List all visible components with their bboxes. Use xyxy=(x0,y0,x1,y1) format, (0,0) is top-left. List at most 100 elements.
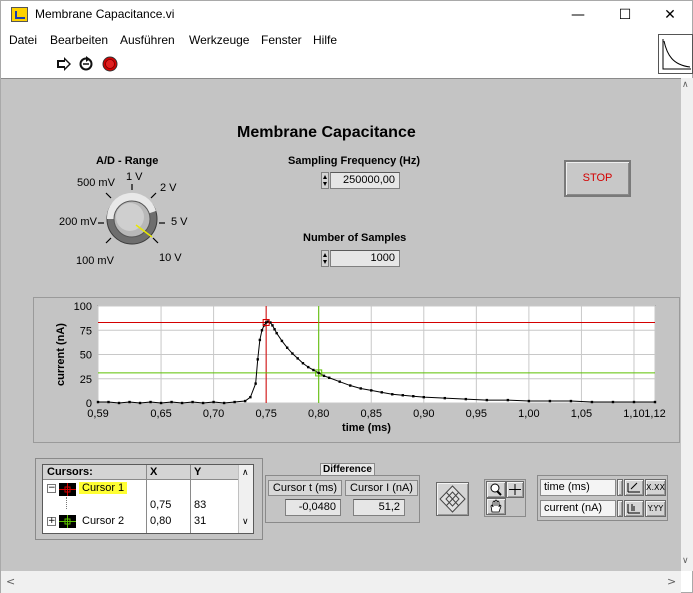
y-tick-label: 50 xyxy=(80,350,92,362)
data-point xyxy=(201,401,205,405)
x-tick-label: 1,00 xyxy=(518,408,539,420)
stop-button[interactable]: STOP xyxy=(564,160,631,197)
data-point xyxy=(301,362,305,365)
zoom-tool-button[interactable] xyxy=(486,481,506,498)
scroll-down-icon[interactable]: ∨ xyxy=(682,556,689,566)
y-scale-lock-button[interactable] xyxy=(617,500,623,517)
data-point xyxy=(170,400,173,404)
scroll-down-icon[interactable]: ∨ xyxy=(242,517,249,527)
number-of-samples-label: Number of Samples xyxy=(303,232,407,244)
pan-tool-button[interactable] xyxy=(486,498,506,515)
data-point xyxy=(258,338,262,342)
panel-title: Membrane Capacitance xyxy=(237,124,416,141)
menu-hilfe[interactable]: Hilfe xyxy=(313,33,337,47)
scroll-up-icon[interactable]: ∧ xyxy=(242,468,249,478)
data-point xyxy=(380,391,383,394)
y-autoscale-button[interactable] xyxy=(624,500,644,517)
data-point xyxy=(291,352,294,355)
range-tick-200mv: 200 mV xyxy=(59,216,97,228)
y-format-button[interactable]: Y.YY xyxy=(645,500,666,517)
data-point xyxy=(212,400,215,404)
data-point xyxy=(149,400,152,404)
scroll-left-icon[interactable]: < xyxy=(6,575,15,588)
close-button[interactable]: ✕ xyxy=(647,1,693,29)
collapse-icon[interactable]: − xyxy=(47,484,56,493)
data-point xyxy=(569,399,573,403)
y-scale-name: current (nA) xyxy=(540,500,616,517)
data-point xyxy=(233,400,236,404)
hand-icon xyxy=(490,499,502,513)
data-point xyxy=(273,328,276,331)
data-point xyxy=(296,357,299,360)
data-point xyxy=(285,346,289,349)
run-continuously-icon[interactable] xyxy=(78,56,94,72)
menu-werkzeuge[interactable]: Werkzeuge xyxy=(189,33,249,47)
cursor-legend-divider xyxy=(190,465,191,533)
x-tick-label: 1,05 xyxy=(571,408,592,420)
data-point xyxy=(180,401,184,405)
menu-bar: Datei Bearbeiten Ausführen Werkzeuge Fen… xyxy=(1,29,656,51)
number-of-samples-spinner[interactable] xyxy=(321,250,329,267)
cursor-tool-button[interactable] xyxy=(506,481,524,498)
menu-bearbeiten[interactable]: Bearbeiten xyxy=(50,33,108,47)
number-of-samples-input[interactable]: 1000 xyxy=(330,250,400,267)
data-point xyxy=(260,329,264,332)
x-tick-label: 0,90 xyxy=(413,408,434,420)
labview-window: Membrane Capacitance.vi — ☐ ✕ Datei Bear… xyxy=(0,0,693,593)
x-scale-lock-button[interactable] xyxy=(617,479,623,496)
data-point xyxy=(117,401,121,405)
cursor-legend-scrollbar[interactable]: ∧ ∨ xyxy=(238,465,253,533)
data-point xyxy=(306,365,310,369)
cursor-legend-divider xyxy=(146,465,147,533)
magnifier-icon xyxy=(490,483,502,496)
sampling-frequency-label: Sampling Frequency (Hz) xyxy=(288,155,421,167)
labview-app-icon xyxy=(11,7,28,22)
data-point xyxy=(422,395,425,399)
minimize-button[interactable]: — xyxy=(555,1,601,29)
abort-icon[interactable] xyxy=(102,56,118,72)
data-point xyxy=(138,401,142,405)
scroll-up-icon[interactable]: ∧ xyxy=(682,80,689,90)
range-tick-10v: 10 V xyxy=(159,252,182,264)
cursor-legend[interactable]: Cursors: X Y − Cursor 1 0,75 83 + Cursor… xyxy=(42,464,254,534)
cursor-2-y: 31 xyxy=(194,515,207,527)
data-point xyxy=(590,400,594,404)
horizontal-scrollbar[interactable]: < > xyxy=(1,571,681,593)
sampling-frequency-spinner[interactable] xyxy=(321,172,329,189)
vertical-scrollbar[interactable]: ∧ ∨ xyxy=(681,78,693,571)
x-axis-label: time (ms) xyxy=(342,422,391,434)
data-point xyxy=(254,382,257,385)
data-point xyxy=(312,368,315,372)
data-point xyxy=(96,400,100,404)
data-point xyxy=(322,374,326,378)
data-point xyxy=(443,396,447,400)
tree-line xyxy=(66,497,67,509)
cursor-1-name[interactable]: Cursor 1 xyxy=(79,482,128,494)
x-format-button[interactable]: X.XX xyxy=(645,479,666,496)
cursor-t-value: -0,0480 xyxy=(285,499,341,516)
scroll-right-icon[interactable]: > xyxy=(667,575,676,588)
x-autoscale-button[interactable] xyxy=(624,479,644,496)
cursor-2-x: 0,80 xyxy=(150,515,172,527)
data-point xyxy=(338,380,341,383)
cursor-move-pad[interactable] xyxy=(436,482,469,516)
x-tick-label: 0,65 xyxy=(150,408,171,420)
y-tick-label: 100 xyxy=(74,301,92,313)
data-point xyxy=(464,397,468,401)
run-arrow-icon[interactable] xyxy=(56,56,72,72)
sampling-frequency-input[interactable]: 250000,00 xyxy=(330,172,400,189)
expand-icon[interactable]: + xyxy=(47,517,56,526)
ad-range-knob[interactable] xyxy=(96,181,168,253)
menu-ausfuehren[interactable]: Ausführen xyxy=(120,33,175,47)
data-point xyxy=(412,395,415,398)
waveform-graph[interactable]: 0,59 0,65 0,70 0,75 0,80 0,85 0,90 0,95 1,00 1,05… xyxy=(33,297,680,443)
data-point xyxy=(191,400,194,404)
x-tick-label: 1,10 xyxy=(623,408,644,420)
cursor-2-name[interactable]: Cursor 2 xyxy=(82,515,124,527)
menu-datei[interactable]: Datei xyxy=(9,33,37,47)
data-point xyxy=(632,400,636,404)
maximize-button[interactable]: ☐ xyxy=(602,1,648,29)
range-tick-100mv: 100 mV xyxy=(76,255,114,267)
data-point xyxy=(401,394,404,397)
menu-fenster[interactable]: Fenster xyxy=(261,33,302,47)
